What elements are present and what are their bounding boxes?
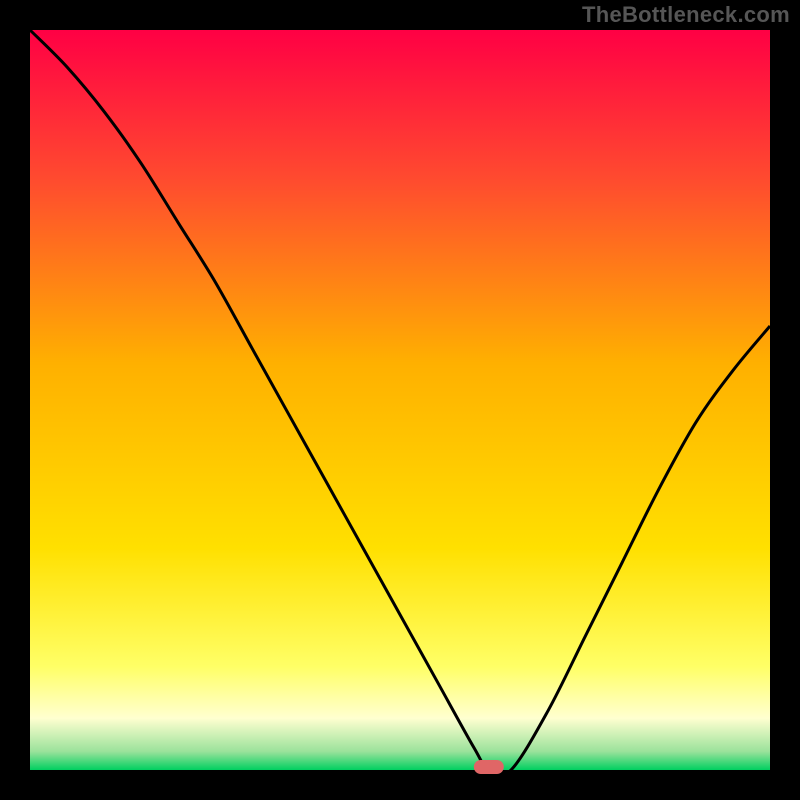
watermark-text: TheBottleneck.com — [582, 2, 790, 28]
minimum-marker — [474, 760, 504, 774]
line-chart — [0, 0, 800, 800]
chart-frame: TheBottleneck.com — [0, 0, 800, 800]
plot-area — [30, 30, 770, 770]
